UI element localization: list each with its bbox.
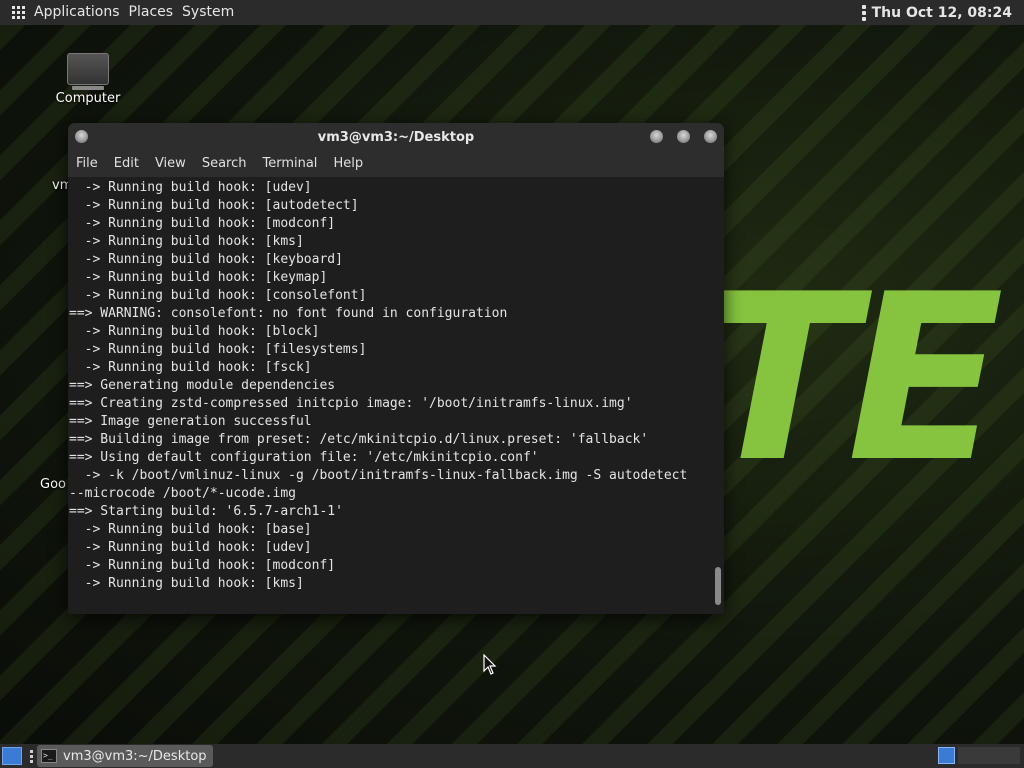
terminal-body[interactable]: -> Running build hook: [udev] -> Running… xyxy=(68,177,724,614)
close-button[interactable] xyxy=(704,130,717,143)
mouse-pointer-icon xyxy=(483,654,497,675)
terminal-line: -> Running build hook: [base] xyxy=(69,522,312,537)
menu-search[interactable]: Search xyxy=(194,151,255,177)
desktop-icon-label-partial[interactable]: Goo xyxy=(40,477,66,492)
menu-places[interactable]: Places xyxy=(129,0,183,25)
menu-terminal[interactable]: Terminal xyxy=(254,151,325,177)
terminal-line: -> Running build hook: [modconf] xyxy=(69,558,336,573)
terminal-line: -> Running build hook: [keymap] xyxy=(69,270,328,285)
computer-icon xyxy=(67,53,109,90)
terminal-line: ==> Creating zstd-compressed initcpio im… xyxy=(69,396,633,411)
menu-edit[interactable]: Edit xyxy=(106,151,147,177)
terminal-line: ==> Image generation successful xyxy=(69,414,312,429)
desktop-icon-label: Computer xyxy=(55,91,121,106)
menu-help[interactable]: Help xyxy=(325,151,371,177)
terminal-line: -> Running build hook: [kms] xyxy=(69,234,304,249)
show-desktop-button[interactable] xyxy=(2,747,22,765)
terminal-line: -> Running build hook: [fsck] xyxy=(69,360,312,375)
terminal-line: -> Running build hook: [keyboard] xyxy=(69,252,343,267)
terminal-icon: >_ xyxy=(41,749,57,763)
menu-file[interactable]: File xyxy=(68,151,106,177)
terminal-line: ==> Using default configuration file: '/… xyxy=(69,450,539,465)
terminal-line: -> Running build hook: [autodetect] xyxy=(69,198,359,213)
menu-view[interactable]: View xyxy=(147,151,194,177)
minimize-button[interactable] xyxy=(650,130,663,143)
menu-system[interactable]: System xyxy=(182,0,243,25)
terminal-line: ==> WARNING: consolefont: no font found … xyxy=(69,306,508,321)
terminal-line: -> Running build hook: [modconf] xyxy=(69,216,336,231)
terminal-line: -> Running build hook: [udev] xyxy=(69,180,312,195)
desktop-icon-computer[interactable]: Computer xyxy=(50,53,126,106)
terminal-titlebar[interactable]: vm3@vm3:~/Desktop xyxy=(68,123,724,151)
terminal-line: -> Running build hook: [filesystems] xyxy=(69,342,367,357)
terminal-line: ==> Generating module dependencies xyxy=(69,378,336,393)
panel-menus: Applications Places System xyxy=(34,0,243,25)
terminal-line: -> Running build hook: [block] xyxy=(69,324,320,339)
menu-applications[interactable]: Applications xyxy=(34,0,129,25)
terminal-line: ==> Starting build: '6.5.7-arch1-1' xyxy=(69,504,343,519)
terminal-line: ==> Building image from preset: /etc/mki… xyxy=(69,432,649,447)
terminal-scrollbar[interactable] xyxy=(715,567,721,605)
window-title: vm3@vm3:~/Desktop xyxy=(317,129,475,145)
wallpaper-logo: TE xyxy=(700,246,1004,513)
taskbar-window-terminal[interactable]: >_ vm3@vm3:~/Desktop xyxy=(37,745,213,767)
kebab-menu-icon[interactable] xyxy=(861,4,866,21)
terminal-line: -> Running build hook: [consolefont] xyxy=(69,288,367,303)
terminal-menubar: File Edit View Search Terminal Help xyxy=(68,151,724,177)
terminal-line: -> Running build hook: [kms] xyxy=(69,576,304,591)
terminal-line: -> Running build hook: [udev] xyxy=(69,540,312,555)
taskbar-window-label: vm3@vm3:~/Desktop xyxy=(63,748,207,764)
terminal-window[interactable]: vm3@vm3:~/Desktop File Edit View Search … xyxy=(68,123,724,614)
clock[interactable]: Thu Oct 12, 08:24 xyxy=(872,5,1012,21)
terminal-line: --microcode /boot/*-ucode.img xyxy=(69,486,296,501)
window-menu-button[interactable] xyxy=(75,130,88,143)
terminal-line: -> -k /boot/vmlinuz-linux -g /boot/initr… xyxy=(69,468,688,483)
terminal-output[interactable]: -> Running build hook: [udev] -> Running… xyxy=(68,177,724,593)
taskbar-handle-icon[interactable] xyxy=(30,749,33,763)
maximize-button[interactable] xyxy=(677,130,690,143)
workspace-switcher-2[interactable] xyxy=(958,747,1020,764)
workspace-switcher-1[interactable] xyxy=(938,747,955,764)
applications-grid-icon[interactable] xyxy=(12,5,26,20)
clock-area[interactable]: Thu Oct 12, 08:24 xyxy=(861,4,1024,21)
bottom-taskbar: >_ vm3@vm3:~/Desktop xyxy=(0,744,1024,768)
top-panel: Applications Places System Thu Oct 12, 0… xyxy=(0,0,1024,25)
